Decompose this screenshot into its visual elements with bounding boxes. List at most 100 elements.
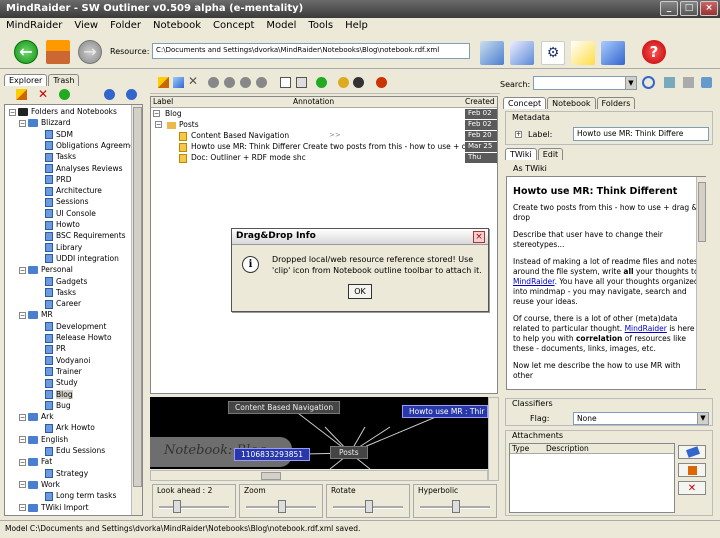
- tree-notebook[interactable]: Howto: [45, 220, 80, 230]
- share-icon[interactable]: ⚙: [541, 41, 565, 65]
- graph-node[interactable]: 1106833293851: [234, 448, 311, 461]
- refresh-icon[interactable]: [59, 89, 70, 100]
- expander-icon[interactable]: −: [19, 311, 26, 319]
- menu-help[interactable]: Help: [345, 20, 368, 32]
- tree-notebook[interactable]: PR: [45, 344, 66, 354]
- tree-notebook[interactable]: Bug: [45, 401, 71, 411]
- graph-node[interactable]: Posts: [330, 446, 368, 459]
- grid-icon[interactable]: [601, 41, 625, 65]
- notebook-icon[interactable]: [480, 41, 504, 65]
- chevron-down-icon[interactable]: ▼: [697, 413, 708, 424]
- help-icon[interactable]: ?: [642, 40, 666, 64]
- tree-folder[interactable]: − Blizzard: [19, 118, 71, 128]
- back-arrow-icon[interactable]: ←: [14, 40, 38, 64]
- tab-explorer[interactable]: Explorer: [4, 74, 48, 86]
- col-type[interactable]: Type: [512, 444, 529, 453]
- col-description[interactable]: Description: [546, 444, 589, 453]
- up-icon[interactable]: [104, 89, 115, 100]
- slider-thumb[interactable]: [278, 500, 286, 513]
- maximize-button[interactable]: □: [680, 1, 698, 16]
- edit-pencil-icon[interactable]: [16, 89, 27, 100]
- user-icon[interactable]: [353, 77, 364, 88]
- tree-notebook[interactable]: Analyses Reviews: [45, 164, 122, 174]
- delete-x-icon[interactable]: ✕: [38, 87, 48, 101]
- col-created[interactable]: Created: [465, 97, 495, 106]
- clip-icon[interactable]: [338, 77, 349, 88]
- tree-notebook[interactable]: Obligations Agreement: [45, 141, 142, 151]
- tab-notebook[interactable]: Notebook: [547, 97, 596, 109]
- action-icon[interactable]: [224, 77, 235, 88]
- down-icon[interactable]: [126, 89, 137, 100]
- minimize-button[interactable]: _: [660, 1, 678, 16]
- refresh-outline-icon[interactable]: [316, 77, 327, 88]
- flag-select[interactable]: None ▼: [573, 412, 709, 425]
- tree-notebook[interactable]: BSC Requirements: [45, 231, 126, 241]
- tree-folder[interactable]: − Ark: [19, 412, 54, 422]
- tree-notebook[interactable]: Blog: [45, 389, 73, 400]
- tree-notebook[interactable]: Tasks: [45, 152, 76, 162]
- resource-field[interactable]: C:\Documents and Settings\dvorka\MindRai…: [152, 43, 470, 59]
- tree-folder[interactable]: − English: [19, 435, 68, 445]
- graph-vscrollbar[interactable]: [488, 397, 499, 481]
- action-icon[interactable]: [240, 77, 251, 88]
- expander-icon[interactable]: −: [155, 121, 162, 128]
- forward-arrow-icon[interactable]: →: [78, 40, 102, 64]
- chevron-down-icon[interactable]: ▼: [625, 77, 636, 89]
- concept-label-input[interactable]: Howto use MR: Think Differe: [573, 127, 709, 141]
- tree-folder[interactable]: − Fat: [19, 457, 52, 467]
- graph-node[interactable]: Content Based Navigation: [228, 401, 341, 414]
- slider-thumb[interactable]: [452, 500, 460, 513]
- outline-row[interactable]: Howto use MR: Think Differer Create two …: [151, 142, 497, 153]
- expander-icon[interactable]: −: [19, 413, 26, 421]
- star-icon[interactable]: [376, 77, 387, 88]
- expander-icon[interactable]: −: [19, 119, 26, 127]
- attach-edit-button[interactable]: [678, 463, 706, 477]
- tree-notebook[interactable]: Career: [45, 299, 81, 309]
- home-icon[interactable]: [46, 40, 70, 64]
- tree-folder[interactable]: − TWiki Import: [19, 503, 89, 513]
- tree-root[interactable]: − Folders and Notebooks: [9, 107, 117, 117]
- tree-scrollbar[interactable]: [131, 105, 142, 515]
- mindmap-graph[interactable]: Content Based Navigation Howto use MR : …: [150, 397, 488, 469]
- outline-row[interactable]: − Blog Feb 02: [151, 109, 497, 120]
- slider-thumb[interactable]: [365, 500, 373, 513]
- search-icon[interactable]: [642, 76, 655, 89]
- dialog-close-button[interactable]: ×: [473, 231, 485, 243]
- settings-icon[interactable]: [701, 77, 712, 88]
- eraser-icon[interactable]: [173, 77, 184, 88]
- tree-notebook[interactable]: Tasks: [45, 288, 76, 298]
- tab-concept[interactable]: Concept: [503, 97, 547, 109]
- expander-icon[interactable]: −: [19, 481, 26, 489]
- col-label[interactable]: Label: [153, 97, 173, 106]
- menu-model[interactable]: Model: [266, 20, 296, 32]
- search-options-icon[interactable]: [664, 77, 675, 88]
- mindraider-link[interactable]: MindRaider: [625, 324, 667, 333]
- tree-notebook[interactable]: SDM: [45, 130, 73, 140]
- close-window-button[interactable]: ×: [700, 1, 718, 16]
- twiki-scrollbar[interactable]: [696, 177, 706, 389]
- attach-delete-button[interactable]: ✕: [678, 481, 706, 495]
- expander-icon[interactable]: −: [153, 110, 160, 117]
- action-icon[interactable]: [256, 77, 267, 88]
- zoom-slider[interactable]: Zoom: [239, 484, 323, 518]
- hyperbolic-slider[interactable]: Hyperbolic: [413, 484, 497, 518]
- tree-notebook[interactable]: Ark Howto: [45, 423, 95, 433]
- tree-notebook[interactable]: UI Console: [45, 209, 96, 219]
- explorer-tree[interactable]: − Folders and Notebooks − Blizzard SDM Obliga…: [4, 104, 143, 516]
- tree-folder[interactable]: − Work: [19, 480, 60, 490]
- tree-notebook[interactable]: Architecture: [45, 186, 102, 196]
- filter-icon[interactable]: [683, 77, 694, 88]
- tree-notebook[interactable]: Gadgets: [45, 277, 87, 287]
- tab-trash[interactable]: Trash: [48, 74, 80, 86]
- menu-concept[interactable]: Concept: [213, 20, 254, 32]
- pencil-icon[interactable]: [158, 77, 169, 88]
- tree-notebook[interactable]: PRD: [45, 175, 72, 185]
- tree-notebook[interactable]: Development: [45, 322, 107, 332]
- outline-row[interactable]: Doc: Outliner + RDF mode shc Thu: [151, 153, 497, 164]
- tree-notebook[interactable]: Study: [45, 378, 78, 388]
- tree-notebook[interactable]: UDDI integration: [45, 254, 119, 264]
- graph-node[interactable]: Howto use MR : Thir: [402, 405, 488, 418]
- menu-mindraider[interactable]: MindRaider: [6, 20, 62, 32]
- tree-folder[interactable]: − Personal: [19, 265, 73, 275]
- tab-twiki[interactable]: TWiki: [505, 148, 537, 160]
